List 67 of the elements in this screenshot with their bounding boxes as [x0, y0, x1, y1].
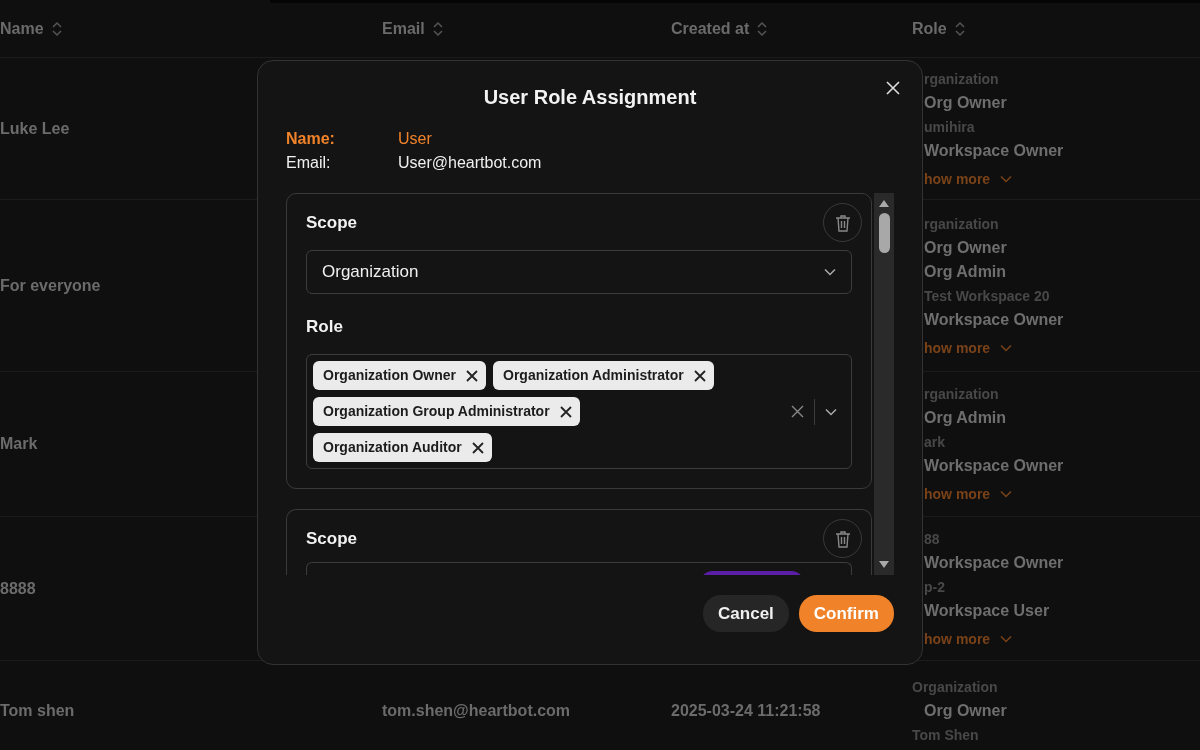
role-scope: Tom Shen — [912, 726, 979, 743]
role-scope: rganization — [924, 386, 999, 402]
role-scope: Test Workspace 20 — [924, 287, 1050, 304]
confirm-button[interactable]: Confirm — [798, 595, 894, 632]
scope-label: Scope — [306, 529, 358, 548]
trash-icon — [834, 213, 851, 232]
scope-select[interactable]: Organization — [306, 250, 852, 294]
role-tag: Organization Owner — [313, 361, 486, 390]
user-name: Tom shen — [0, 700, 75, 721]
role-name: Workspace Owner — [924, 310, 1064, 328]
remove-icon[interactable] — [471, 441, 484, 454]
trash-icon — [834, 529, 851, 548]
user-email: tom.shen@heartbot.com — [382, 700, 571, 721]
remove-icon[interactable] — [466, 369, 478, 382]
role-name: Workspace User — [924, 601, 1050, 619]
role-scope: ark — [924, 434, 946, 450]
role-name: Workspace Owner — [924, 141, 1064, 159]
field-label: Name: — [286, 129, 336, 149]
role-name: Workspace Owner — [924, 553, 1064, 571]
role-name: Org Owner — [924, 93, 1007, 111]
show-more-link[interactable]: how more — [924, 335, 991, 360]
user-name: 8888 — [0, 578, 36, 599]
sort-icon[interactable] — [51, 20, 62, 37]
cancel-button[interactable]: Cancel — [703, 595, 789, 632]
role-scope: p-2 — [924, 578, 945, 595]
column-header[interactable]: Email — [382, 16, 425, 41]
column-header[interactable]: Name — [0, 16, 44, 41]
created-date: 2025-03-24 11:21:58 — [671, 700, 821, 721]
role-tag: Organization Administrator — [493, 361, 714, 390]
chevron-down-icon[interactable] — [824, 268, 836, 276]
sort-icon[interactable] — [954, 20, 965, 37]
role-scope: 88 — [924, 530, 940, 547]
scroll-thumb[interactable] — [878, 213, 890, 253]
scope-label: Scope — [306, 213, 358, 232]
role-scope: Organization — [912, 678, 998, 695]
role-name: Org Admin — [924, 262, 1007, 280]
sort-icon[interactable] — [757, 20, 768, 37]
field-value: User — [398, 129, 433, 149]
show-more-link[interactable]: how more — [924, 626, 991, 651]
role-name: Org Owner — [923, 701, 1007, 719]
field-value: User@heartbot.com — [398, 153, 543, 173]
field-label: Email: — [286, 153, 332, 173]
role-label: Role — [306, 317, 343, 336]
role-tag: Organization Auditor — [313, 433, 492, 462]
role-select[interactable]: Organization Owner Organization Administrator Organization Group Administrator Organization Auditor — [306, 354, 852, 469]
role-name: Org Owner — [924, 238, 1007, 256]
show-more-link[interactable]: how more — [924, 482, 991, 506]
column-header[interactable]: Role — [912, 16, 947, 41]
role-scope: umihira — [924, 118, 975, 135]
sort-icon[interactable] — [432, 20, 443, 37]
scroll-down-icon[interactable] — [879, 561, 889, 569]
role-name: Org Admin — [924, 409, 1007, 426]
remove-icon[interactable] — [559, 405, 572, 418]
remove-icon[interactable] — [693, 369, 706, 382]
role-scope: rganization — [924, 215, 999, 232]
user-name: For everyone — [0, 275, 101, 296]
scroll-up-icon[interactable] — [879, 199, 889, 207]
scrollbar[interactable] — [874, 193, 894, 575]
dialog-title: User Role Assignment — [482, 85, 698, 109]
show-more-link[interactable]: how more — [924, 166, 991, 191]
user-name: Mark — [0, 434, 38, 454]
user-name: Luke Lee — [0, 118, 70, 139]
chevron-down-icon[interactable] — [825, 407, 837, 416]
role-scope: rganization — [924, 70, 999, 87]
column-header[interactable]: Created at — [671, 16, 750, 41]
role-name: Workspace Owner — [924, 457, 1064, 474]
role-tag: Organization Group Administrator — [313, 397, 580, 426]
